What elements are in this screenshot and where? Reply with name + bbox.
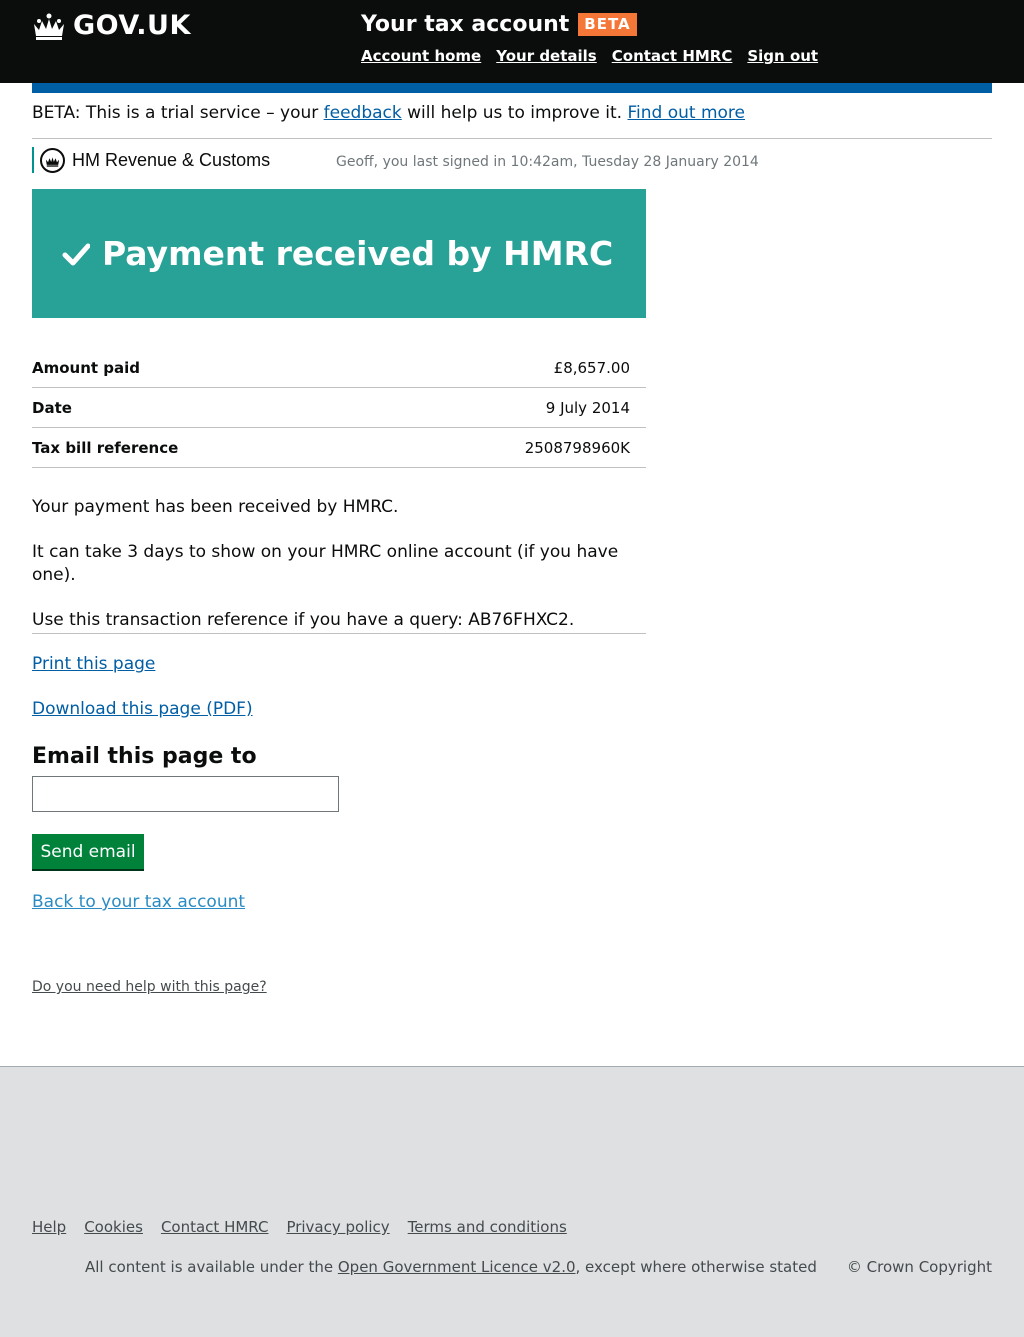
download-pdf-link[interactable]: Download this page (PDF)	[32, 699, 253, 719]
footer-link-privacy[interactable]: Privacy policy	[286, 1218, 389, 1236]
info-paragraph: Your payment has been received by HMRC.	[32, 497, 399, 517]
find-out-more-link[interactable]: Find out more	[627, 103, 745, 123]
organisation-logo[interactable]: HM Revenue & Customs	[32, 147, 270, 173]
crown-copyright[interactable]: © Crown Copyright	[847, 1258, 992, 1276]
info-paragraph: Use this transaction reference if you ha…	[32, 609, 575, 630]
summary-row: Date 9 July 2014	[32, 388, 646, 428]
summary-value: £8,657.00	[553, 358, 630, 377]
last-signed-in: Geoff, you last signed in 10:42am, Tuesd…	[336, 154, 759, 170]
nav-your-details[interactable]: Your details	[496, 47, 597, 65]
footer-link-help[interactable]: Help	[32, 1218, 66, 1236]
site-footer: Help Cookies Contact HMRC Privacy policy…	[0, 1066, 1024, 1337]
licence-suffix: , except where otherwise stated	[575, 1258, 817, 1276]
nav-account-home[interactable]: Account home	[361, 47, 481, 65]
help-with-page-link[interactable]: Do you need help with this page?	[32, 979, 267, 995]
site-header: GOV.UK Your tax account BETA Account hom…	[0, 0, 1024, 83]
nav-sign-out[interactable]: Sign out	[747, 47, 818, 65]
confirmation-title: Payment received by HMRC	[102, 234, 614, 273]
summary-key: Tax bill reference	[32, 438, 179, 457]
summary-value: 2508798960K	[524, 438, 630, 457]
service-header: Your tax account BETA	[361, 12, 637, 37]
footer-link-cookies[interactable]: Cookies	[84, 1218, 143, 1236]
payment-summary: Amount paid £8,657.00 Date 9 July 2014 T…	[32, 348, 646, 468]
ogl-link[interactable]: Open Government Licence v2.0	[338, 1258, 576, 1276]
beta-banner: BETA: This is a trial service – your fee…	[32, 103, 992, 139]
confirmation-panel: Payment received by HMRC	[32, 189, 646, 318]
tick-icon	[62, 243, 90, 265]
beta-banner-middle: will help us to improve it.	[401, 103, 628, 123]
footer-link-terms[interactable]: Terms and conditions	[408, 1218, 567, 1236]
info-paragraph: It can take 3 days to show on your HMRC …	[32, 541, 619, 585]
logo-text: GOV.UK	[73, 10, 191, 41]
header-accent-bar	[32, 83, 992, 93]
send-email-button[interactable]: Send email	[32, 834, 144, 869]
print-page-link[interactable]: Print this page	[32, 654, 155, 674]
footer-links: Help Cookies Contact HMRC Privacy policy…	[32, 1218, 585, 1236]
licence-prefix: All content is available under the	[85, 1258, 338, 1276]
section-divider	[32, 633, 646, 634]
nav-contact-hmrc[interactable]: Contact HMRC	[612, 47, 733, 65]
licence-text: All content is available under the Open …	[85, 1258, 817, 1276]
govuk-logo[interactable]: GOV.UK	[32, 10, 191, 41]
summary-row: Tax bill reference 2508798960K	[32, 428, 646, 468]
email-heading: Email this page to	[32, 744, 257, 769]
hmrc-crest-icon	[40, 147, 65, 173]
back-to-account-link[interactable]: Back to your tax account	[32, 892, 245, 912]
feedback-link[interactable]: feedback	[324, 103, 402, 123]
payment-info: Your payment has been received by HMRC. …	[32, 496, 646, 654]
account-nav: Account home Your details Contact HMRC S…	[361, 47, 833, 65]
crown-icon	[34, 13, 64, 40]
beta-banner-prefix: BETA: This is a trial service – your	[32, 103, 324, 123]
footer-link-contact[interactable]: Contact HMRC	[161, 1218, 269, 1236]
beta-tag: BETA	[578, 13, 637, 36]
summary-key: Amount paid	[32, 358, 141, 377]
email-input[interactable]	[32, 776, 339, 812]
summary-value: 9 July 2014	[545, 398, 630, 417]
summary-key: Date	[32, 398, 72, 417]
service-name[interactable]: Your tax account	[361, 12, 569, 37]
summary-row: Amount paid £8,657.00	[32, 348, 646, 388]
organisation-name: HM Revenue & Customs	[72, 149, 271, 170]
